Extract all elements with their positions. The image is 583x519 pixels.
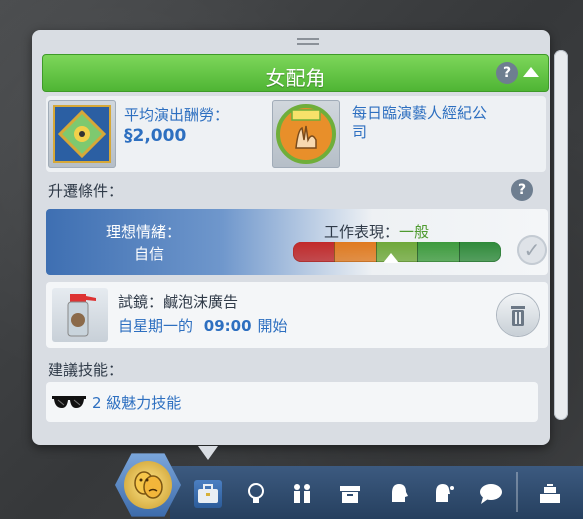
- head-icon[interactable]: [384, 480, 412, 508]
- mood-label: 理想情緒：: [106, 223, 182, 241]
- suggested-skill: 2 級魅力技能: [46, 382, 538, 422]
- performance-label: 工作表現：一般: [324, 221, 429, 242]
- trash-icon: [511, 306, 525, 326]
- simoleon-icon: §: [124, 126, 133, 146]
- career-level-badge-icon: [48, 100, 116, 168]
- performance-value: 一般: [399, 223, 430, 241]
- career-panel: 女配角 ? 平均演出酬勞： §2,000 每日臨演藝人經紀公司 升遷條件： ?: [32, 30, 550, 445]
- task-title: 試鏡：鹹泡沫廣告: [118, 293, 239, 311]
- cancel-task-button[interactable]: [497, 294, 539, 336]
- thought-icon[interactable]: [430, 480, 458, 508]
- skills-header: 建議技能：: [48, 361, 124, 379]
- task-time: 09:00: [203, 317, 252, 335]
- performance-segment: [417, 242, 460, 262]
- family-icon[interactable]: [288, 480, 316, 508]
- sunglasses-icon: [50, 392, 88, 412]
- sim-info-tab-bar: [170, 466, 583, 519]
- skill-name: 2 級魅力技能: [92, 394, 182, 412]
- collapse-icon[interactable]: [523, 67, 539, 77]
- panel-scrollbar[interactable]: [554, 50, 568, 420]
- spray-bottle-icon: [52, 288, 108, 342]
- schedule-prefix: 自星期一的: [118, 317, 194, 335]
- task-schedule: 自星期一的 09:00 開始: [118, 315, 288, 336]
- mood-value: 自信: [134, 245, 165, 263]
- performance-segment: [293, 242, 334, 262]
- daily-task: 試鏡：鹹泡沫廣告 自星期一的 09:00 開始: [46, 282, 548, 348]
- performance-segment: [333, 242, 376, 262]
- panel-pointer: [198, 446, 218, 460]
- performance-segment: [459, 242, 501, 262]
- agency-name: 每日臨演藝人經紀公司: [352, 104, 488, 141]
- register-icon[interactable]: [536, 480, 564, 508]
- career-briefcase-icon[interactable]: [194, 480, 222, 508]
- pay-amount: 2,000: [132, 126, 187, 146]
- pay-label: 平均演出酬勞：: [124, 106, 230, 124]
- agency-logo-icon: [272, 100, 340, 168]
- bar-divider: [516, 472, 518, 512]
- speech-bubble-icon[interactable]: [476, 480, 504, 508]
- career-info-row: 平均演出酬勞： §2,000 每日臨演藝人經紀公司: [46, 96, 546, 172]
- drag-handle[interactable]: [297, 38, 319, 45]
- career-title: 女配角: [265, 66, 326, 90]
- theater-masks-icon: [124, 461, 172, 509]
- requirement-check-icon: ✓: [517, 235, 547, 265]
- schedule-suffix: 開始: [257, 317, 288, 335]
- lightbulb-icon[interactable]: [242, 480, 270, 508]
- pay-value: §2,000: [124, 126, 186, 146]
- promotion-requirements: 理想情緒： 自信 工作表現：一般 ✓: [46, 209, 548, 275]
- help-button[interactable]: ?: [496, 62, 518, 84]
- career-title-bar: 女配角 ?: [42, 54, 549, 92]
- promotion-header: 升遷條件：: [48, 182, 124, 200]
- performance-marker-icon: [382, 253, 399, 263]
- inventory-box-icon[interactable]: [336, 480, 364, 508]
- performance-label-text: 工作表現：: [324, 223, 400, 241]
- promotion-help-button[interactable]: ?: [511, 179, 533, 201]
